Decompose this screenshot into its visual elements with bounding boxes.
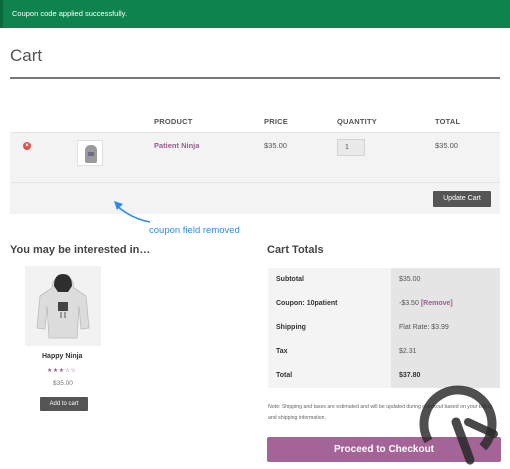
- success-notice: Coupon code applied successfully.: [0, 0, 510, 28]
- update-cart-button[interactable]: Update Cart: [433, 191, 491, 207]
- notice-accent-bar: [0, 0, 3, 28]
- product-name-link[interactable]: Patient Ninja: [154, 141, 199, 150]
- totals-value: Flat Rate: $3.99: [391, 316, 500, 340]
- product-price: $35.00: [264, 141, 287, 150]
- product-thumbnail[interactable]: [77, 140, 103, 166]
- watermark-logo-icon: [419, 385, 498, 465]
- totals-row-coupon: Coupon: 10patient -$3.50 [Remove]: [268, 292, 500, 316]
- hoodie-logo: [88, 152, 94, 156]
- add-to-cart-button[interactable]: Add to cart: [40, 397, 88, 411]
- product-subtotal: $35.00: [435, 141, 458, 150]
- annotation-arrow-icon: [114, 201, 151, 223]
- hoodie-icon: [25, 266, 101, 346]
- star-rating: ★★★☆☆: [47, 368, 77, 374]
- totals-value: $35.00: [391, 268, 500, 292]
- totals-row-subtotal: Subtotal $35.00: [268, 268, 500, 292]
- cross-sell-product-price: $35.00: [53, 380, 73, 387]
- remove-item-icon[interactable]: ×: [23, 142, 31, 150]
- cart-totals-title: Cart Totals: [267, 244, 324, 256]
- header-quantity: QUANTITY: [337, 117, 377, 126]
- totals-label: Coupon: 10patient: [268, 292, 391, 316]
- totals-label: Subtotal: [268, 268, 391, 292]
- totals-label: Total: [268, 364, 391, 388]
- totals-row-shipping: Shipping Flat Rate: $3.99: [268, 316, 500, 340]
- header-price: PRICE: [264, 117, 288, 126]
- page-title: Cart: [10, 46, 43, 65]
- cross-sell-product-image[interactable]: [25, 266, 101, 346]
- totals-label: Shipping: [268, 316, 391, 340]
- totals-row-tax: Tax $2.31: [268, 340, 500, 364]
- cross-sell-product-name[interactable]: Happy Ninja: [42, 353, 82, 360]
- coupon-discount: -$3.50: [399, 300, 419, 307]
- totals-value: $2.31: [391, 340, 500, 364]
- title-divider: [10, 77, 500, 79]
- annotation-label: coupon field removed: [149, 225, 240, 236]
- header-product: PRODUCT: [154, 117, 193, 126]
- totals-value-coupon: -$3.50 [Remove]: [391, 292, 500, 316]
- remove-coupon-link[interactable]: [Remove]: [421, 300, 453, 307]
- cross-sells-title: You may be interested in…: [10, 244, 151, 256]
- cart-actions-row: [10, 182, 500, 214]
- totals-label: Tax: [268, 340, 391, 364]
- header-total: TOTAL: [435, 117, 461, 126]
- quantity-input[interactable]: 1: [337, 139, 365, 156]
- notice-text: Coupon code applied successfully.: [12, 9, 127, 18]
